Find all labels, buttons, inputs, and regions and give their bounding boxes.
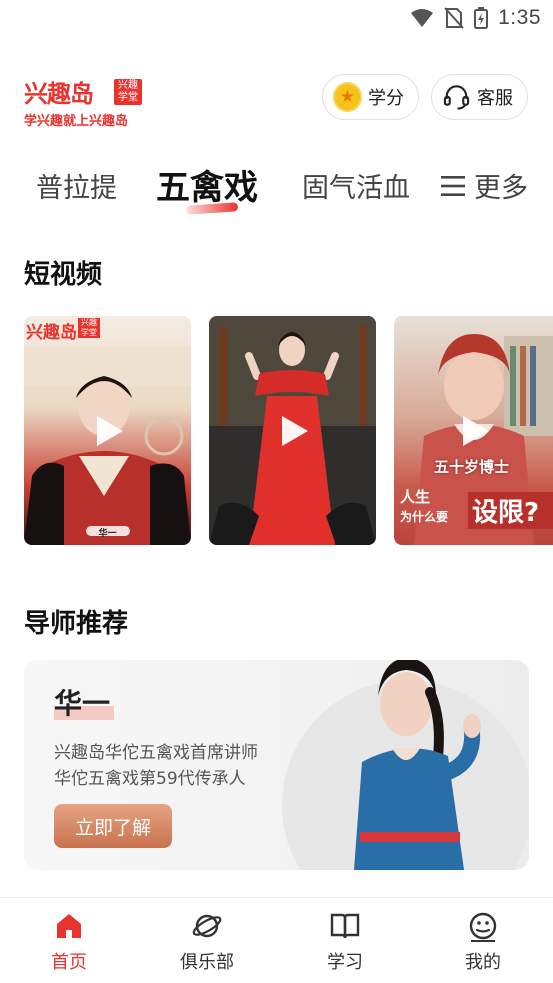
book-icon [330, 913, 360, 939]
star-coin-icon: ★ [333, 82, 362, 112]
home-icon [57, 914, 81, 938]
mentor-name: 华一 [54, 687, 111, 720]
video-caption-big: 设限? [468, 492, 553, 529]
headset-icon [443, 85, 470, 110]
planet-icon [192, 914, 222, 938]
no-sim-icon [444, 7, 464, 29]
credits-button[interactable]: ★ 学分 [322, 74, 419, 120]
service-label: 客服 [477, 88, 513, 109]
tab-wuqinxi[interactable]: 五禽戏 [156, 160, 258, 209]
status-time: 1:35 [498, 6, 541, 29]
play-icon[interactable] [455, 412, 493, 450]
menu-icon [441, 175, 465, 196]
credits-label: 学分 [368, 88, 404, 109]
logo-slogan: 学兴趣就上兴趣岛 [24, 114, 129, 129]
wifi-icon [411, 9, 434, 27]
customer-service-button[interactable]: 客服 [431, 74, 528, 120]
mentor-desc-line1: 兴趣岛华佗五禽戏首席讲师 [54, 743, 258, 763]
nav-learn-label: 学习 [327, 952, 363, 973]
nav-mine-label: 我的 [465, 952, 501, 973]
mentor-card[interactable]: 华一 兴趣岛华佗五禽戏首席讲师 华佗五禽戏第59代传承人 立即了解 [24, 660, 529, 870]
mentor-photo [354, 660, 481, 870]
nav-club-label: 俱乐部 [180, 952, 234, 973]
nav-learn[interactable]: 学习 [300, 910, 390, 974]
short-videos-carousel[interactable]: 兴趣岛 兴趣学堂 华一 五十岁博士 人生 为什么要 设限? [24, 316, 553, 545]
mentor-desc-line2: 华佗五禽戏第59代传承人 [54, 769, 246, 789]
video-logo-text: 兴趣岛 [26, 323, 77, 343]
status-bar: 1:35 [0, 0, 553, 40]
video-logo-badge: 兴趣学堂 [78, 318, 100, 338]
video-caption-main: 五十岁博士 [434, 458, 510, 476]
play-icon[interactable] [89, 412, 127, 450]
logo-badge: 兴趣学堂 [114, 79, 142, 105]
play-icon[interactable] [274, 412, 312, 450]
tab-guqi-huoxue[interactable]: 固气活血 [302, 166, 410, 205]
logo-text: 兴趣岛 [24, 80, 94, 108]
bottom-nav: 首页 俱乐部 学习 我的 [0, 897, 553, 983]
app-logo[interactable]: 兴趣岛 兴趣学堂 学兴趣就上兴趣岛 [24, 74, 154, 129]
header: 兴趣岛 兴趣学堂 学兴趣就上兴趣岛 ★ 学分 客服 [24, 68, 529, 129]
app-screen: 1:35 兴趣岛 兴趣学堂 学兴趣就上兴趣岛 ★ 学分 客服 普拉提 五禽戏 固… [0, 0, 553, 983]
video-card[interactable] [209, 316, 376, 545]
smiley-icon [469, 912, 497, 942]
nav-mine[interactable]: 我的 [438, 910, 528, 974]
tab-pilates[interactable]: 普拉提 [36, 166, 117, 205]
tab-more[interactable]: 更多 [440, 166, 528, 205]
nav-home[interactable]: 首页 [24, 910, 114, 974]
video-card[interactable]: 五十岁博士 人生 为什么要 设限? [394, 316, 553, 545]
tab-more-label: 更多 [474, 173, 528, 204]
status-icons: 1:35 [410, 6, 541, 30]
nav-home-label: 首页 [51, 952, 87, 973]
video-card[interactable]: 兴趣岛 兴趣学堂 华一 [24, 316, 191, 545]
category-tabs: 普拉提 五禽戏 固气活血 更多 [0, 160, 553, 220]
mentor-section-title: 导师推荐 [24, 609, 129, 639]
battery-icon [474, 7, 489, 29]
short-videos-title: 短视频 [24, 260, 103, 290]
video-name-tag: 华一 [98, 529, 117, 539]
learn-more-button[interactable]: 立即了解 [54, 804, 172, 848]
nav-club[interactable]: 俱乐部 [162, 910, 252, 974]
